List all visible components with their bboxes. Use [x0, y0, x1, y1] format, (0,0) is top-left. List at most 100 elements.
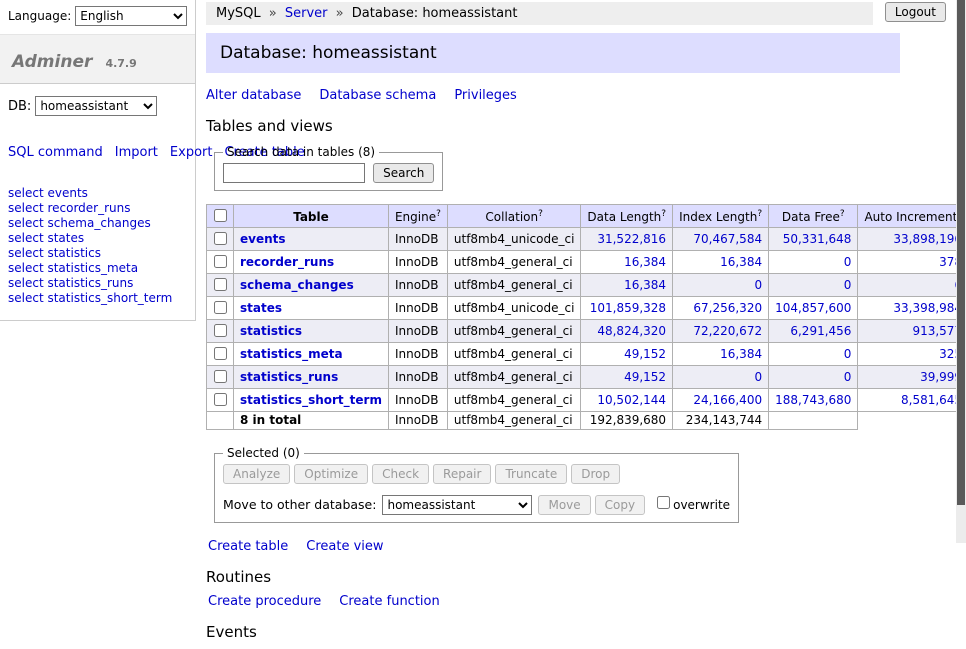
table-link[interactable]: statistics: [240, 324, 302, 338]
bulk-action-button[interactable]: Truncate: [495, 464, 567, 484]
db-select[interactable]: homeassistant: [35, 96, 157, 116]
data-free-link[interactable]: 6,291,456: [769, 320, 858, 343]
index-length-link[interactable]: 0: [673, 274, 769, 297]
overwrite-checkbox[interactable]: [657, 496, 670, 509]
bulk-action-button[interactable]: Optimize: [294, 464, 368, 484]
doc-hint-link[interactable]: ?: [436, 209, 441, 219]
collation-cell: utf8mb4_unicode_ci: [447, 228, 581, 251]
bulk-action-button[interactable]: Drop: [571, 464, 620, 484]
row-checkbox[interactable]: [214, 324, 227, 337]
data-length-link[interactable]: 16,384: [581, 251, 673, 274]
column-header[interactable]: Data Free?: [769, 205, 858, 228]
move-button[interactable]: Move: [538, 495, 590, 515]
sidebar-select-table-link[interactable]: select schema_changes: [8, 216, 187, 230]
index-length-link[interactable]: 16,384: [673, 251, 769, 274]
auto-increment-link[interactable]: 913,577: [858, 320, 966, 343]
table-link[interactable]: schema_changes: [240, 278, 354, 292]
bulk-action-button[interactable]: Repair: [433, 464, 491, 484]
data-free-link[interactable]: 0: [769, 343, 858, 366]
bulk-action-button[interactable]: Analyze: [223, 464, 290, 484]
sidebar-action-link[interactable]: Import: [115, 145, 158, 160]
bulk-action-button[interactable]: Check: [372, 464, 429, 484]
sidebar-select-table-link[interactable]: select recorder_runs: [8, 201, 187, 215]
doc-hint-link[interactable]: ?: [840, 209, 845, 219]
data-length-link[interactable]: 16,384: [581, 274, 673, 297]
doc-hint-link[interactable]: ?: [757, 209, 762, 219]
sidebar-select-table-link[interactable]: select statistics_meta: [8, 261, 187, 275]
search-button[interactable]: Search: [373, 163, 434, 183]
sidebar-select-table-link[interactable]: select statistics_short_term: [8, 291, 187, 305]
doc-hint-link[interactable]: ?: [661, 209, 666, 219]
breadcrumb-server-link[interactable]: Server: [285, 6, 328, 21]
database-link[interactable]: Privileges: [454, 88, 517, 103]
auto-increment-link[interactable]: 8,581,645: [858, 389, 966, 412]
search-input[interactable]: [223, 163, 365, 183]
table-link[interactable]: recorder_runs: [240, 255, 334, 269]
move-db-select[interactable]: homeassistant: [382, 495, 532, 515]
data-length-link[interactable]: 101,859,328: [581, 297, 673, 320]
create-link[interactable]: Create table: [208, 539, 288, 554]
row-checkbox[interactable]: [214, 370, 227, 383]
row-checkbox[interactable]: [214, 393, 227, 406]
auto-increment-link[interactable]: 378: [858, 251, 966, 274]
table-link[interactable]: statistics_short_term: [240, 393, 382, 407]
auto-increment-link[interactable]: 39,999: [858, 366, 966, 389]
column-header[interactable]: Table: [234, 205, 389, 228]
column-header[interactable]: Engine?: [388, 205, 447, 228]
row-checkbox[interactable]: [214, 232, 227, 245]
row-checkbox[interactable]: [214, 301, 227, 314]
breadcrumb-separator: »: [336, 6, 344, 21]
data-free-link[interactable]: 0: [769, 274, 858, 297]
table-link[interactable]: statistics_runs: [240, 370, 338, 384]
index-length-link[interactable]: 16,384: [673, 343, 769, 366]
select-all-checkbox[interactable]: [214, 209, 227, 222]
row-checkbox[interactable]: [214, 347, 227, 360]
table-link[interactable]: events: [240, 232, 286, 246]
index-length-link[interactable]: 24,166,400: [673, 389, 769, 412]
data-length-link[interactable]: 10,502,144: [581, 389, 673, 412]
table-link[interactable]: states: [240, 301, 282, 315]
data-length-link[interactable]: 49,152: [581, 366, 673, 389]
auto-increment-link[interactable]: 6: [858, 274, 966, 297]
column-header[interactable]: Collation?: [447, 205, 581, 228]
row-checkbox[interactable]: [214, 278, 227, 291]
index-length-link[interactable]: 70,467,584: [673, 228, 769, 251]
column-header[interactable]: Index Length?: [673, 205, 769, 228]
routine-link[interactable]: Create procedure: [208, 594, 321, 609]
data-length-link[interactable]: 48,824,320: [581, 320, 673, 343]
data-free-link[interactable]: 0: [769, 251, 858, 274]
vertical-scrollbar[interactable]: [956, 0, 966, 543]
sidebar-select-table-link[interactable]: select statistics: [8, 246, 187, 260]
language-select[interactable]: English: [75, 6, 187, 26]
data-length-link[interactable]: 49,152: [581, 343, 673, 366]
index-length-link[interactable]: 0: [673, 366, 769, 389]
create-link[interactable]: Create view: [306, 539, 383, 554]
logout-button[interactable]: Logout: [885, 2, 946, 22]
doc-hint-link[interactable]: ?: [538, 209, 543, 219]
auto-increment-link[interactable]: 325: [858, 343, 966, 366]
index-length-link[interactable]: 72,220,672: [673, 320, 769, 343]
database-link[interactable]: Alter database: [206, 88, 301, 103]
database-link[interactable]: Database schema: [319, 88, 436, 103]
column-header-label: Auto Increment: [864, 210, 957, 224]
adminer-logo-link[interactable]: Adminer: [12, 52, 92, 72]
sidebar-select-table-link[interactable]: select events: [8, 186, 187, 200]
row-checkbox[interactable]: [214, 255, 227, 268]
sidebar-action-link[interactable]: SQL command: [8, 145, 103, 160]
column-header[interactable]: Auto Increment?: [858, 205, 966, 228]
data-free-link[interactable]: 188,743,680: [769, 389, 858, 412]
index-length-link[interactable]: 67,256,320: [673, 297, 769, 320]
data-free-link[interactable]: 104,857,600: [769, 297, 858, 320]
column-header[interactable]: Data Length?: [581, 205, 673, 228]
auto-increment-link[interactable]: 33,398,984: [858, 297, 966, 320]
copy-button[interactable]: Copy: [595, 495, 645, 515]
data-free-link[interactable]: 0: [769, 366, 858, 389]
routine-link[interactable]: Create function: [339, 594, 439, 609]
sidebar-select-table-link[interactable]: select states: [8, 231, 187, 245]
data-length-link[interactable]: 31,522,816: [581, 228, 673, 251]
scrollbar-thumb[interactable]: [957, 0, 965, 505]
sidebar-select-table-link[interactable]: select statistics_runs: [8, 276, 187, 290]
data-free-link[interactable]: 50,331,648: [769, 228, 858, 251]
table-link[interactable]: statistics_meta: [240, 347, 343, 361]
auto-increment-link[interactable]: 33,898,196: [858, 228, 966, 251]
